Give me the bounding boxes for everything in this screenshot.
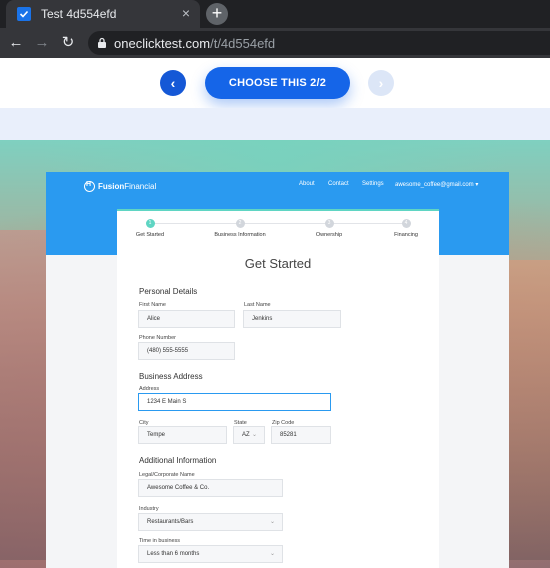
lock-icon <box>98 37 106 48</box>
variant-chooser: ‹ CHOOSE THIS 2/2 › <box>0 58 550 108</box>
chevron-down-icon: ⌄ <box>269 519 275 525</box>
choose-this-button[interactable]: CHOOSE THIS 2/2 <box>205 67 350 99</box>
next-button[interactable]: › <box>368 70 394 96</box>
step-dot: 1 <box>145 219 155 228</box>
step-label: Financing <box>394 232 418 238</box>
step-label: Business Information <box>214 232 266 238</box>
step-label: Get Started <box>135 232 165 238</box>
chevron-down-icon: ⌄ <box>251 432 257 438</box>
time-in-business-label: Time in business <box>139 538 181 544</box>
state-value: AZ <box>242 432 250 438</box>
url-input[interactable]: oneclicktest.com/t/4d554efd <box>88 31 550 55</box>
url-host: oneclicktest.com <box>114 36 211 51</box>
section-additional-information: Additional Information <box>139 456 217 465</box>
section-business-address: Business Address <box>139 372 203 381</box>
last-name-label: Last Name <box>244 302 271 308</box>
legal-name-label: Legal/Corporate Name <box>139 472 195 478</box>
industry-value: Restaurants/Bars <box>147 519 194 525</box>
chevron-down-icon: ⌄ <box>269 551 275 557</box>
fusion-logo-icon <box>84 180 95 192</box>
address-label: Address <box>139 386 160 392</box>
step-dot: 3 <box>324 219 334 228</box>
background-building-left <box>0 230 48 560</box>
forward-arrow-icon[interactable]: → <box>32 33 52 53</box>
url-text: oneclicktest.com/t/4d554efd <box>114 36 275 51</box>
reload-icon[interactable]: ↻ <box>58 33 78 53</box>
step-business-information[interactable]: 2 Business Information <box>200 219 280 238</box>
checkbox-favicon-icon <box>17 7 31 21</box>
url-path: /t/4d554efd <box>210 36 276 51</box>
brand-name-bold: Fusion <box>98 181 125 191</box>
address-field[interactable]: 1234 E Main S <box>138 393 331 411</box>
back-arrow-icon[interactable]: ← <box>6 33 26 53</box>
nav-contact[interactable]: Contact <box>328 181 349 187</box>
page-title: Get Started <box>244 256 312 271</box>
close-tab-icon[interactable]: × <box>182 6 190 20</box>
brand-name-rest: Financial <box>124 181 157 191</box>
tab-title: Test 4d554efd <box>41 7 117 21</box>
step-get-started[interactable]: 1 Get Started <box>110 219 190 238</box>
nav-settings[interactable]: Settings <box>362 181 384 187</box>
first-name-field[interactable]: Alice <box>138 310 235 328</box>
app-preview: FusionFinancial About Contact Settings a… <box>46 172 509 568</box>
address-bar: ← → ↻ oneclicktest.com/t/4d554efd <box>0 28 550 58</box>
step-dot: 4 <box>401 219 411 228</box>
browser-tab-bar: Test 4d554efd × + <box>0 0 550 28</box>
phone-number-field[interactable]: (480) 555-5555 <box>138 342 235 360</box>
user-menu[interactable]: awesome_coffee@gmail.com <box>395 181 478 188</box>
progress-steps: 1 Get Started 2 Business Information 3 O… <box>117 211 439 247</box>
browser-tab[interactable]: Test 4d554efd × <box>6 0 200 28</box>
form-card: 1 Get Started 2 Business Information 3 O… <box>117 209 439 568</box>
previous-button[interactable]: ‹ <box>160 70 186 96</box>
city-field[interactable]: Tempe <box>138 426 227 444</box>
background-building-right <box>508 260 550 560</box>
phone-number-label: Phone Number <box>139 335 176 341</box>
new-tab-button[interactable]: + <box>206 3 228 25</box>
nav-about[interactable]: About <box>299 181 315 187</box>
last-name-field[interactable]: Jenkins <box>243 310 341 328</box>
divider-band <box>0 108 550 140</box>
industry-select[interactable]: Restaurants/Bars ⌄ <box>138 513 283 531</box>
step-label: Ownership <box>315 232 343 238</box>
step-dot: 2 <box>235 219 245 228</box>
step-ownership[interactable]: 3 Ownership <box>289 219 369 238</box>
section-personal-details: Personal Details <box>139 287 198 296</box>
step-financing[interactable]: 4 Financing <box>366 219 446 238</box>
brand-logo[interactable]: FusionFinancial <box>84 179 156 193</box>
industry-label: Industry <box>139 506 159 512</box>
zip-code-field[interactable]: 85281 <box>271 426 331 444</box>
time-in-business-select[interactable]: Less than 6 months ⌄ <box>138 545 283 563</box>
state-select[interactable]: AZ ⌄ <box>233 426 265 444</box>
time-in-business-value: Less than 6 months <box>147 551 200 557</box>
legal-name-field[interactable]: Awesome Coffee & Co. <box>138 479 283 497</box>
first-name-label: First Name <box>139 302 166 308</box>
